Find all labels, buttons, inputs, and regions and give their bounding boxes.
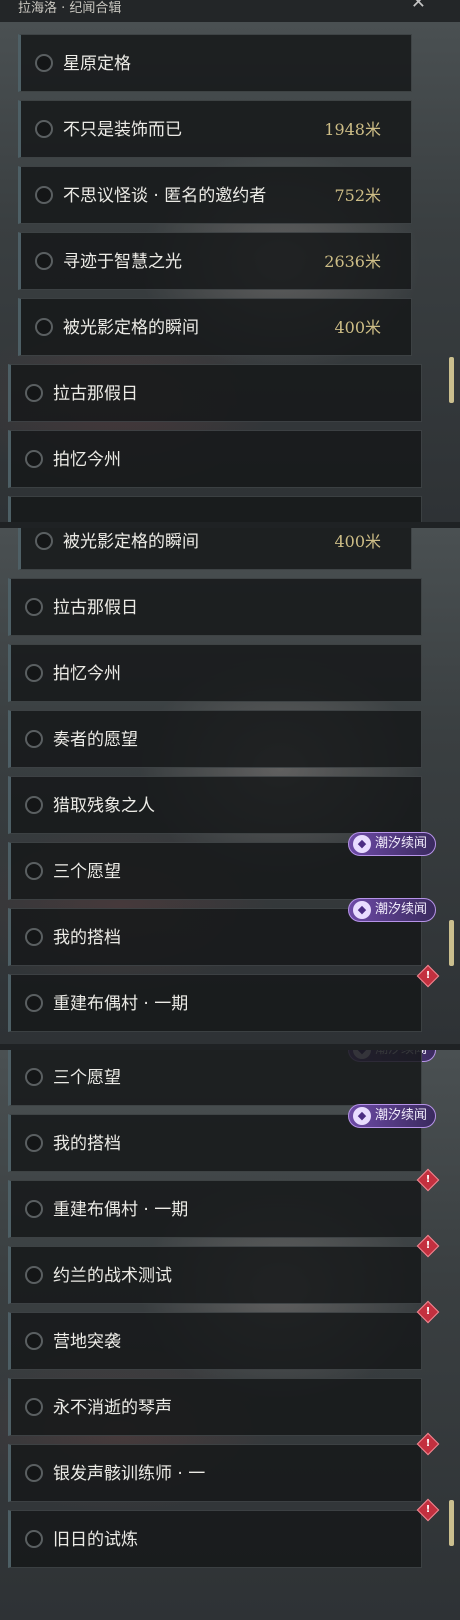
quest-title: 被光影定格的瞬间 bbox=[63, 318, 199, 338]
quest-title: 营地突袭 bbox=[53, 1332, 121, 1352]
quest-distance: 2636米 bbox=[324, 252, 381, 271]
quest-row[interactable]: 旧日的试炼 bbox=[8, 1510, 422, 1568]
quest-row[interactable]: 约兰的战术测试 bbox=[8, 1246, 422, 1304]
quest-row[interactable]: 营地突袭 bbox=[8, 1312, 422, 1370]
scrollbar-thumb[interactable] bbox=[449, 357, 454, 403]
quest-title: 重建布偶村 · 一期 bbox=[53, 994, 189, 1014]
quest-row[interactable]: 被光影定格的瞬间 400米 bbox=[18, 298, 412, 356]
quest-distance: 400米 bbox=[334, 532, 381, 551]
quest-row[interactable]: 永不消逝的琴声 bbox=[8, 1378, 422, 1436]
tide-icon: ◆ bbox=[352, 835, 371, 853]
collection-header: 拉海洛 · 纪闻合辑 ✕ bbox=[0, 0, 460, 22]
tide-story-badge: ◆ 潮汐续闻 bbox=[347, 832, 436, 856]
radio-icon[interactable] bbox=[25, 1266, 43, 1284]
quest-row[interactable]: 不思议怪谈 · 匿名的邀约者 752米 bbox=[18, 166, 412, 224]
quest-row[interactable]: 三个愿望 bbox=[8, 1050, 422, 1106]
quest-row[interactable]: 被光影定格的瞬间 400米 bbox=[18, 528, 412, 570]
radio-icon[interactable] bbox=[25, 1464, 43, 1482]
quest-title: 拍忆今州 bbox=[53, 664, 121, 684]
quest-title: 不思议怪谈 · 匿名的邀约者 bbox=[63, 186, 267, 206]
scrollbar-thumb[interactable] bbox=[449, 1500, 454, 1546]
tide-badge-label: 潮汐续闻 bbox=[374, 902, 427, 917]
quest-row[interactable]: 奏者的愿望 bbox=[8, 710, 422, 768]
quest-row[interactable]: 银发声骸训练师 · 一 bbox=[8, 1444, 422, 1502]
radio-icon[interactable] bbox=[35, 532, 53, 550]
tide-story-badge: ◆ 潮汐续闻 bbox=[347, 1104, 436, 1128]
quest-title: 永不消逝的琴声 bbox=[53, 1398, 172, 1418]
radio-icon[interactable] bbox=[25, 1398, 43, 1416]
tide-icon: ◆ bbox=[352, 1107, 371, 1125]
quest-row[interactable]: 重建布偶村 · 一期 bbox=[8, 974, 422, 1032]
quest-title: 星原定格 bbox=[63, 54, 131, 74]
quest-row[interactable]: 寻迹于智慧之光 2636米 bbox=[18, 232, 412, 290]
quest-list-panel-2: 被光影定格的瞬间 400米 拉古那假日 拍忆今州 奏者的愿望 猎取残象之人 三个… bbox=[0, 528, 460, 1044]
collection-title: 拉海洛 · 纪闻合辑 bbox=[18, 1, 122, 16]
quest-distance: 752米 bbox=[334, 186, 381, 205]
quest-title: 三个愿望 bbox=[53, 1068, 121, 1088]
quest-row[interactable]: 拍忆今州 bbox=[8, 644, 422, 702]
quest-row[interactable]: 重建布偶村 · 一期 bbox=[8, 1180, 422, 1238]
radio-icon[interactable] bbox=[25, 862, 43, 880]
quest-list-panel-1: 星原定格 不只是装饰而已 1948米 不思议怪谈 · 匿名的邀约者 752米 寻… bbox=[0, 22, 460, 522]
quest-title: 我的搭档 bbox=[53, 928, 121, 948]
quest-title: 猎取残象之人 bbox=[53, 796, 155, 816]
quest-row[interactable]: 拍忆今州 bbox=[8, 430, 422, 488]
quest-title: 寻迹于智慧之光 bbox=[63, 252, 182, 272]
quest-title: 拍忆今州 bbox=[53, 450, 121, 470]
quest-distance: 400米 bbox=[334, 318, 381, 337]
quest-row[interactable]: 拉古那假日 bbox=[8, 578, 422, 636]
radio-icon[interactable] bbox=[25, 664, 43, 682]
radio-icon[interactable] bbox=[25, 994, 43, 1012]
radio-icon[interactable] bbox=[25, 730, 43, 748]
scrollbar-thumb[interactable] bbox=[449, 920, 454, 966]
quest-title: 约兰的战术测试 bbox=[53, 1266, 172, 1286]
quest-title: 被光影定格的瞬间 bbox=[63, 532, 199, 552]
quest-title: 我的搭档 bbox=[53, 1134, 121, 1154]
close-icon[interactable]: ✕ bbox=[411, 0, 426, 12]
radio-icon[interactable] bbox=[35, 54, 53, 72]
radio-icon[interactable] bbox=[25, 796, 43, 814]
radio-icon[interactable] bbox=[25, 928, 43, 946]
radio-icon[interactable] bbox=[25, 450, 43, 468]
radio-icon[interactable] bbox=[25, 1200, 43, 1218]
quest-distance: 1948米 bbox=[324, 120, 381, 139]
quest-row[interactable]: 拉古那假日 bbox=[8, 364, 422, 422]
quest-title: 不只是装饰而已 bbox=[63, 120, 182, 140]
quest-list-panel-3: ◆ 潮汐续闻 三个愿望 我的搭档 ◆ 潮汐续闻 重建布偶村 · 一期 ! 约兰的… bbox=[0, 1050, 460, 1620]
quest-title: 旧日的试炼 bbox=[53, 1530, 138, 1550]
radio-icon[interactable] bbox=[25, 1134, 43, 1152]
radio-icon[interactable] bbox=[25, 1332, 43, 1350]
radio-icon[interactable] bbox=[25, 1068, 43, 1086]
quest-title: 三个愿望 bbox=[53, 862, 121, 882]
quest-title: 银发声骸训练师 · 一 bbox=[53, 1464, 206, 1484]
quest-title: 奏者的愿望 bbox=[53, 730, 138, 750]
radio-icon[interactable] bbox=[35, 120, 53, 138]
radio-icon[interactable] bbox=[35, 252, 53, 270]
tide-badge-label: 潮汐续闻 bbox=[374, 836, 427, 851]
radio-icon[interactable] bbox=[25, 598, 43, 616]
quest-title: 拉古那假日 bbox=[53, 384, 138, 404]
quest-row[interactable]: 不只是装饰而已 1948米 bbox=[18, 100, 412, 158]
quest-row-partial[interactable] bbox=[8, 496, 422, 522]
radio-icon[interactable] bbox=[25, 1530, 43, 1548]
tide-badge-label: 潮汐续闻 bbox=[374, 1108, 427, 1123]
tide-story-badge: ◆ 潮汐续闻 bbox=[347, 898, 436, 922]
quest-title: 拉古那假日 bbox=[53, 598, 138, 618]
quest-row[interactable]: 猎取残象之人 bbox=[8, 776, 422, 834]
tide-icon: ◆ bbox=[352, 901, 371, 919]
radio-icon[interactable] bbox=[35, 186, 53, 204]
quest-title: 重建布偶村 · 一期 bbox=[53, 1200, 189, 1220]
radio-icon[interactable] bbox=[25, 384, 43, 402]
radio-icon[interactable] bbox=[35, 318, 53, 336]
quest-row[interactable]: 星原定格 bbox=[18, 34, 412, 92]
